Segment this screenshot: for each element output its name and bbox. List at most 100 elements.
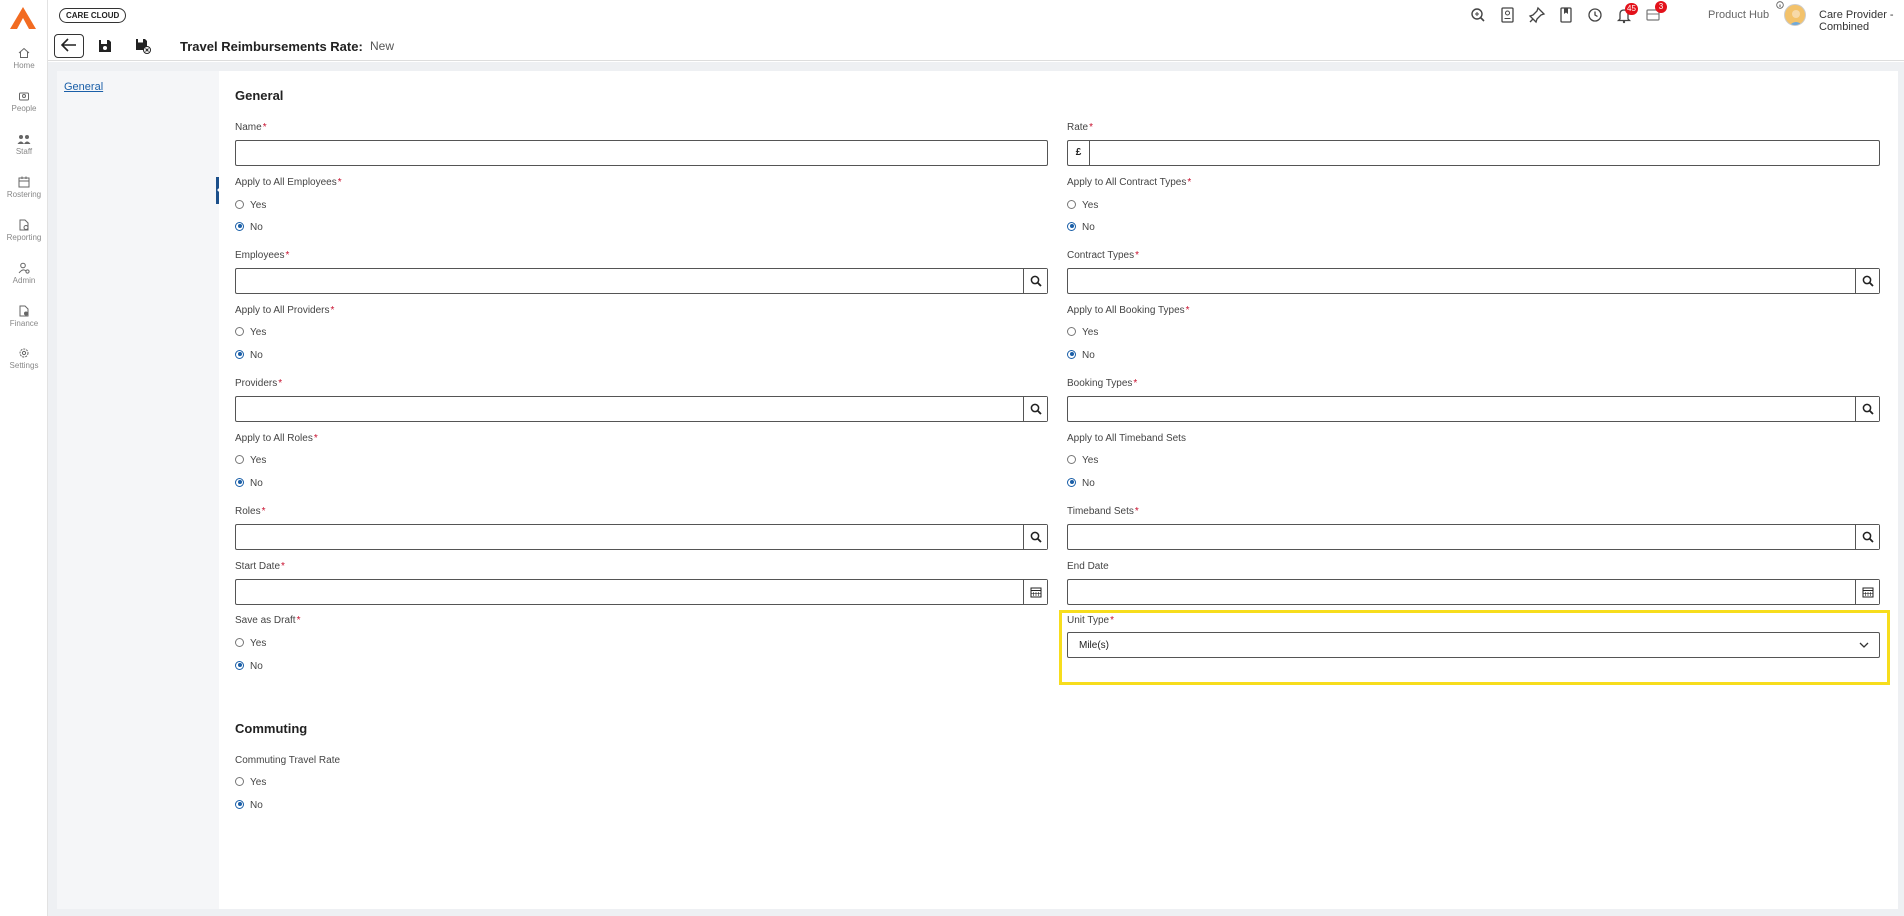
nav-staff-label: Staff — [15, 147, 33, 156]
chevron-down-icon — [1859, 642, 1869, 648]
notifications-badge: 45 — [1625, 3, 1638, 15]
nav-staff[interactable]: Staff — [0, 133, 48, 156]
calendar-icon — [1862, 587, 1874, 598]
apply-employees-no[interactable]: No — [235, 221, 263, 235]
radio-button[interactable] — [1067, 454, 1076, 464]
radio-label: No — [250, 478, 263, 489]
rate-label-text: Rate — [1067, 122, 1089, 133]
required-mark: * — [281, 561, 285, 572]
nav-home[interactable]: Home — [0, 47, 48, 70]
unit-type-label-text: Unit Type — [1067, 615, 1110, 626]
save-draft-no[interactable]: No — [235, 660, 263, 674]
apply-booking-no[interactable]: No — [1067, 349, 1095, 363]
rate-input[interactable]: £ — [1067, 140, 1880, 166]
apply-timeband-no[interactable]: No — [1067, 477, 1095, 491]
contract-types-label: Contract Types* — [1067, 250, 1139, 261]
apply-timeband-yes[interactable]: Yes — [1067, 454, 1098, 468]
radio-button[interactable] — [235, 637, 244, 647]
roles-lookup[interactable] — [235, 524, 1048, 550]
start-date-input[interactable] — [235, 579, 1048, 605]
apply-providers-no[interactable]: No — [235, 349, 263, 363]
contract-types-label-text: Contract Types — [1067, 250, 1135, 261]
radio-button[interactable] — [235, 454, 244, 464]
avatar-icon — [1789, 10, 1803, 25]
end-date-input[interactable] — [1067, 579, 1880, 605]
arrow-left-icon — [60, 37, 76, 52]
apply-contract-yes[interactable]: Yes — [1067, 199, 1098, 213]
radio-label: Yes — [1082, 200, 1099, 211]
booking-types-label-text: Booking Types — [1067, 378, 1133, 389]
radio-button-selected[interactable] — [235, 799, 244, 809]
apply-roles-no[interactable]: No — [235, 477, 263, 491]
save-draft-yes[interactable]: Yes — [235, 637, 266, 651]
timeband-sets-lookup[interactable] — [1067, 524, 1880, 550]
apply-contract-no[interactable]: No — [1067, 221, 1095, 235]
timeband-sets-search-button[interactable] — [1855, 525, 1879, 549]
apply-roles-yes[interactable]: Yes — [235, 454, 266, 468]
apply-booking-yes[interactable]: Yes — [1067, 326, 1098, 340]
nav-people[interactable]: People — [0, 90, 48, 113]
radio-button-selected[interactable] — [235, 221, 244, 231]
bookmark-icon[interactable] — [1557, 6, 1575, 24]
save-draft-label: Save as Draft* — [235, 615, 301, 626]
back-button[interactable] — [54, 34, 84, 58]
nav-reporting[interactable]: Reporting — [0, 219, 48, 242]
radio-label: Yes — [1082, 455, 1099, 466]
providers-lookup[interactable] — [235, 396, 1048, 422]
start-date-picker-button[interactable] — [1023, 580, 1047, 604]
zoom-in-icon[interactable] — [1469, 6, 1487, 24]
booking-types-lookup[interactable] — [1067, 396, 1880, 422]
booking-types-search-button[interactable] — [1855, 397, 1879, 421]
admin-icon — [18, 262, 30, 274]
product-hub-label[interactable]: Product Hub — [1708, 9, 1769, 21]
radio-button[interactable] — [1067, 199, 1076, 209]
name-label: Name* — [235, 122, 267, 133]
section-title-general: General — [235, 88, 284, 103]
nav-rostering-label: Rostering — [6, 190, 42, 199]
name-input[interactable] — [235, 140, 1048, 166]
radio-label: No — [1082, 350, 1095, 361]
user-avatar[interactable] — [1784, 4, 1806, 26]
end-date-picker-button[interactable] — [1855, 580, 1879, 604]
providers-search-button[interactable] — [1023, 397, 1047, 421]
required-mark: * — [1185, 305, 1190, 316]
radio-button[interactable] — [1067, 326, 1076, 336]
nav-rostering[interactable]: Rostering — [0, 176, 48, 199]
radio-button[interactable] — [235, 199, 244, 209]
calendar-icon — [1030, 587, 1042, 598]
apply-employees-yes[interactable]: Yes — [235, 199, 266, 213]
employees-lookup[interactable] — [235, 268, 1048, 294]
radio-button-selected[interactable] — [1067, 221, 1076, 231]
radio-button-selected[interactable] — [1067, 477, 1076, 487]
contract-types-search-button[interactable] — [1855, 269, 1879, 293]
nav-finance[interactable]: Finance — [0, 305, 48, 328]
radio-button[interactable] — [235, 776, 244, 786]
save-icon[interactable] — [97, 38, 113, 54]
radio-button-selected[interactable] — [235, 477, 244, 487]
radio-button[interactable] — [235, 326, 244, 336]
radio-button-selected[interactable] — [235, 349, 244, 359]
unit-type-select[interactable]: Mile(s) — [1067, 632, 1880, 658]
radio-button-selected[interactable] — [1067, 349, 1076, 359]
app-logo[interactable] — [9, 6, 37, 30]
required-mark: * — [261, 506, 266, 517]
section-link-general[interactable]: General — [64, 81, 103, 93]
nav-settings[interactable]: Settings — [0, 347, 48, 370]
required-mark: * — [313, 433, 318, 444]
product-hub-badge: 3 — [1655, 1, 1667, 13]
commuting-rate-no[interactable]: No — [235, 799, 263, 813]
radio-button-selected[interactable] — [235, 660, 244, 670]
contact-search-icon[interactable] — [1499, 6, 1517, 24]
brand-label[interactable]: CARE CLOUD — [59, 8, 127, 23]
pin-icon[interactable] — [1528, 6, 1546, 24]
history-icon[interactable] — [1586, 6, 1604, 24]
nav-admin[interactable]: Admin — [0, 262, 48, 285]
info-icon[interactable] — [1776, 1, 1784, 9]
employees-search-button[interactable] — [1023, 269, 1047, 293]
required-mark: * — [1187, 177, 1192, 188]
contract-types-lookup[interactable] — [1067, 268, 1880, 294]
save-close-icon[interactable] — [135, 38, 151, 54]
apply-providers-yes[interactable]: Yes — [235, 326, 266, 340]
roles-search-button[interactable] — [1023, 525, 1047, 549]
commuting-rate-yes[interactable]: Yes — [235, 776, 266, 790]
